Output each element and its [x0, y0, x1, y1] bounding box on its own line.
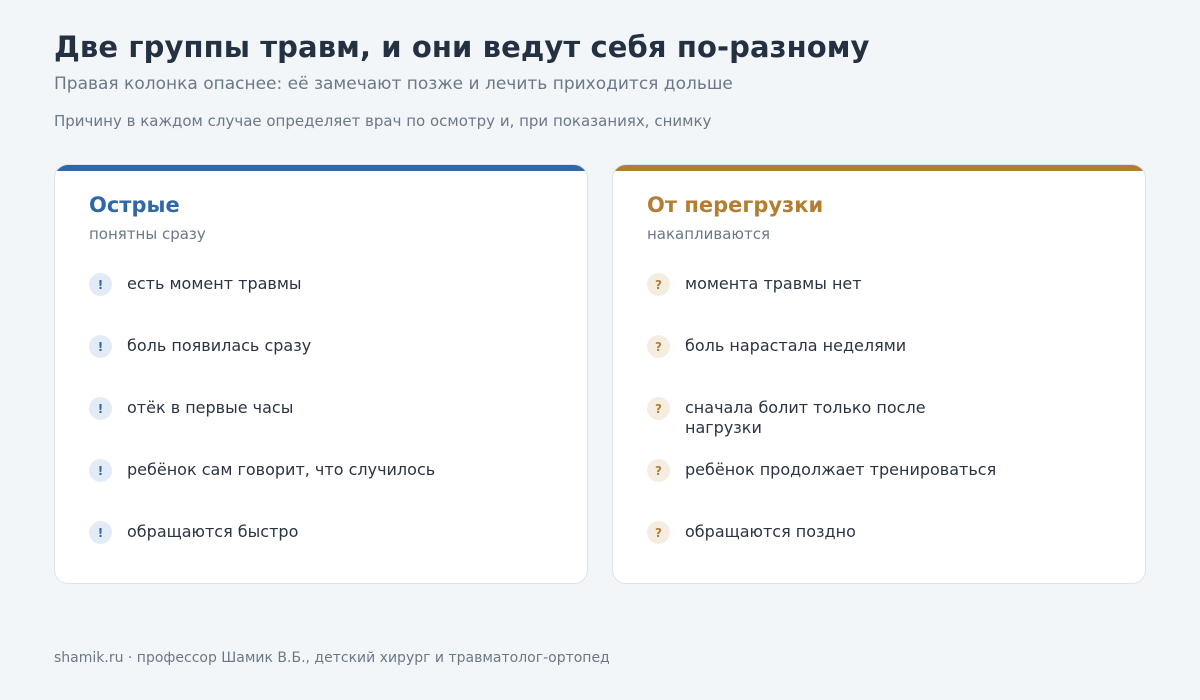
list-item-text: ребёнок сам говорит, что случилось [127, 460, 436, 479]
question-icon: ? [647, 335, 670, 358]
card-title: От перегрузки [647, 193, 824, 217]
question-icon: ? [647, 459, 670, 482]
list-item: ? ребёнок продолжает тренироваться [647, 459, 1117, 482]
exclamation-icon: ! [89, 335, 112, 358]
list-item-text: сначала болит только после нагрузки [685, 398, 926, 437]
page-subtitle: Правая колонка опаснее: её замечают позж… [54, 74, 733, 94]
exclamation-icon: ! [89, 273, 112, 296]
list-item: ! ребёнок сам говорит, что случилось [89, 459, 559, 482]
card-subtitle: накапливаются [647, 225, 771, 243]
list-item-text: есть момент травмы [127, 274, 302, 293]
question-icon: ? [647, 397, 670, 420]
card-title: Острые [89, 193, 180, 217]
list-item: ? сначала болит только после нагрузки [647, 397, 1117, 438]
exclamation-icon: ! [89, 521, 112, 544]
list-item-text: обращаются быстро [127, 522, 299, 541]
list-item-text: боль появилась сразу [127, 336, 312, 355]
exclamation-icon: ! [89, 459, 112, 482]
acute-injuries-card: Острые понятны сразу ! есть момент травм… [54, 164, 588, 584]
card-accent-bar [613, 165, 1145, 171]
list-item-text: обращаются поздно [685, 522, 856, 541]
card-accent-bar [55, 165, 587, 171]
list-item: ? момента травмы нет [647, 273, 1117, 296]
list-item-text: ребёнок продолжает тренироваться [685, 460, 997, 479]
list-item-text: момента травмы нет [685, 274, 862, 293]
list-item: ? обращаются поздно [647, 521, 1117, 544]
list-item: ? боль нарастала неделями [647, 335, 1117, 358]
list-item-text: отёк в первые часы [127, 398, 294, 417]
page-title: Две группы травм, и они ведут себя по-ра… [54, 30, 870, 64]
list-item: ! обращаются быстро [89, 521, 559, 544]
list-item: ! есть момент травмы [89, 273, 559, 296]
page-note: Причину в каждом случае определяет врач … [54, 112, 712, 130]
list-item: ! отёк в первые часы [89, 397, 559, 420]
list-item-text: боль нарастала неделями [685, 336, 907, 355]
exclamation-icon: ! [89, 397, 112, 420]
question-icon: ? [647, 273, 670, 296]
footer-credit: shamik.ru · профессор Шамик В.Б., детски… [54, 650, 610, 666]
question-icon: ? [647, 521, 670, 544]
card-subtitle: понятны сразу [89, 225, 206, 243]
list-item: ! боль появилась сразу [89, 335, 559, 358]
overuse-injuries-card: От перегрузки накапливаются ? момента тр… [612, 164, 1146, 584]
